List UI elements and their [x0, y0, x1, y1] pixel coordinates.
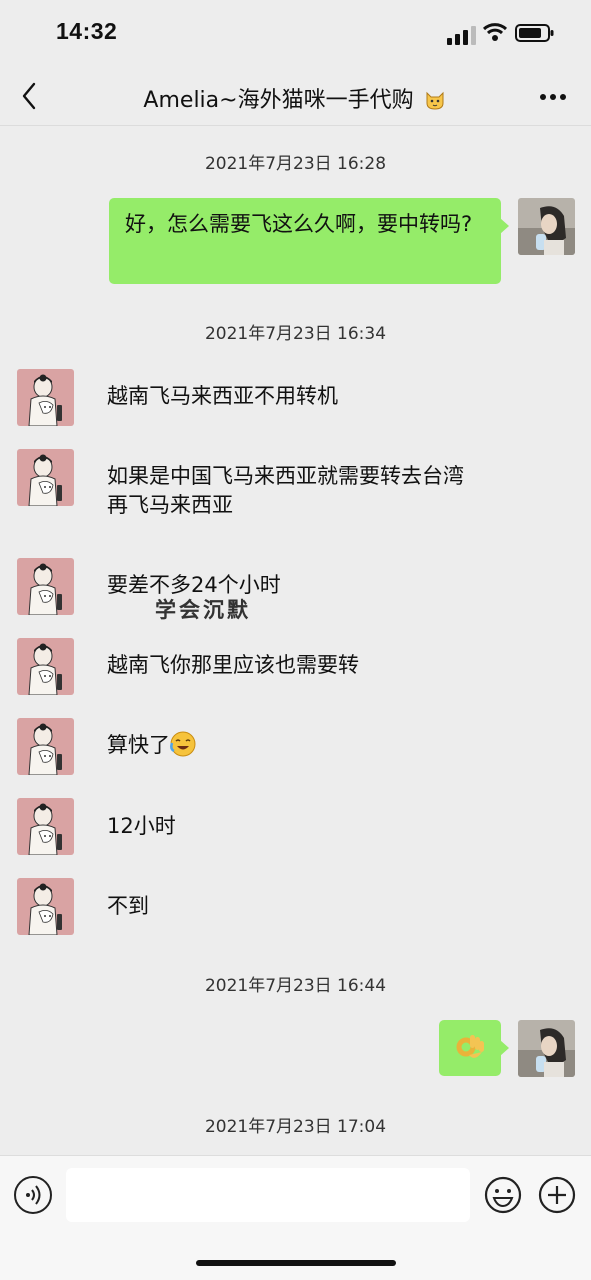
home-indicator[interactable] [196, 1260, 396, 1266]
message-timestamp: 2021年7月23日 16:28 [204, 154, 387, 174]
my-avatar[interactable] [518, 1020, 575, 1077]
message-timestamp: 2021年7月23日 16:34 [204, 324, 387, 344]
contact-avatar[interactable] [17, 369, 74, 426]
chat-header: Amelia~海外猫咪一手代购 [0, 66, 591, 126]
cat-emoji-icon [426, 91, 444, 110]
ok-hand-emoji-icon [456, 1035, 484, 1058]
message-text-input[interactable] [66, 1168, 470, 1222]
contact-avatar[interactable] [17, 558, 74, 615]
more-icon[interactable] [538, 92, 568, 102]
chat-message-list[interactable]: 2021年7月23日 16:28 好，怎么需要飞这么久啊，要中转吗? 2021年… [0, 127, 591, 1155]
message-timestamp: 2021年7月23日 17:04 [204, 1117, 387, 1137]
battery-icon [515, 24, 554, 42]
status-time: 14:32 [56, 18, 118, 44]
back-icon[interactable] [18, 80, 40, 112]
received-message-text[interactable]: 如果是中国飞马来西亚就需要转去台湾再飞马来西亚 [107, 462, 477, 520]
chat-title-text: Amelia~海外猫咪一手代购 [143, 88, 414, 113]
contact-avatar[interactable] [17, 878, 74, 935]
sent-emoji-bubble[interactable] [439, 1020, 509, 1076]
voice-input-button[interactable] [14, 1176, 52, 1214]
status-bar: 14:32 [0, 0, 591, 66]
received-message-text[interactable]: 12小时 [107, 812, 527, 841]
wifi-icon [482, 23, 508, 41]
contact-avatar[interactable] [17, 798, 74, 855]
message-timestamp: 2021年7月23日 16:44 [204, 976, 387, 996]
received-message-text[interactable]: 越南飞你那里应该也需要转 [107, 651, 527, 680]
received-message-text[interactable]: 不到 [107, 892, 527, 921]
my-avatar[interactable] [518, 198, 575, 255]
contact-avatar[interactable] [17, 718, 74, 775]
contact-avatar[interactable] [17, 449, 74, 506]
received-message-text[interactable]: 越南飞马来西亚不用转机 [107, 382, 527, 411]
received-message-text: 算快了 [107, 733, 170, 757]
signal-icon [447, 26, 476, 45]
sent-message-bubble[interactable]: 好，怎么需要飞这么久啊，要中转吗? [109, 198, 509, 284]
sent-message-text: 好，怎么需要飞这么久啊，要中转吗? [125, 212, 473, 236]
received-message[interactable]: 算快了 [107, 731, 527, 760]
contact-avatar[interactable] [17, 638, 74, 695]
watermark-overlay-text: 学会沉默 [155, 598, 251, 622]
emoji-face-icon[interactable] [484, 1176, 522, 1214]
voice-icon [26, 1185, 41, 1205]
chat-title: Amelia~海外猫咪一手代购 [100, 82, 490, 114]
laughing-tears-emoji-icon [170, 731, 196, 757]
plus-icon[interactable] [538, 1176, 576, 1214]
